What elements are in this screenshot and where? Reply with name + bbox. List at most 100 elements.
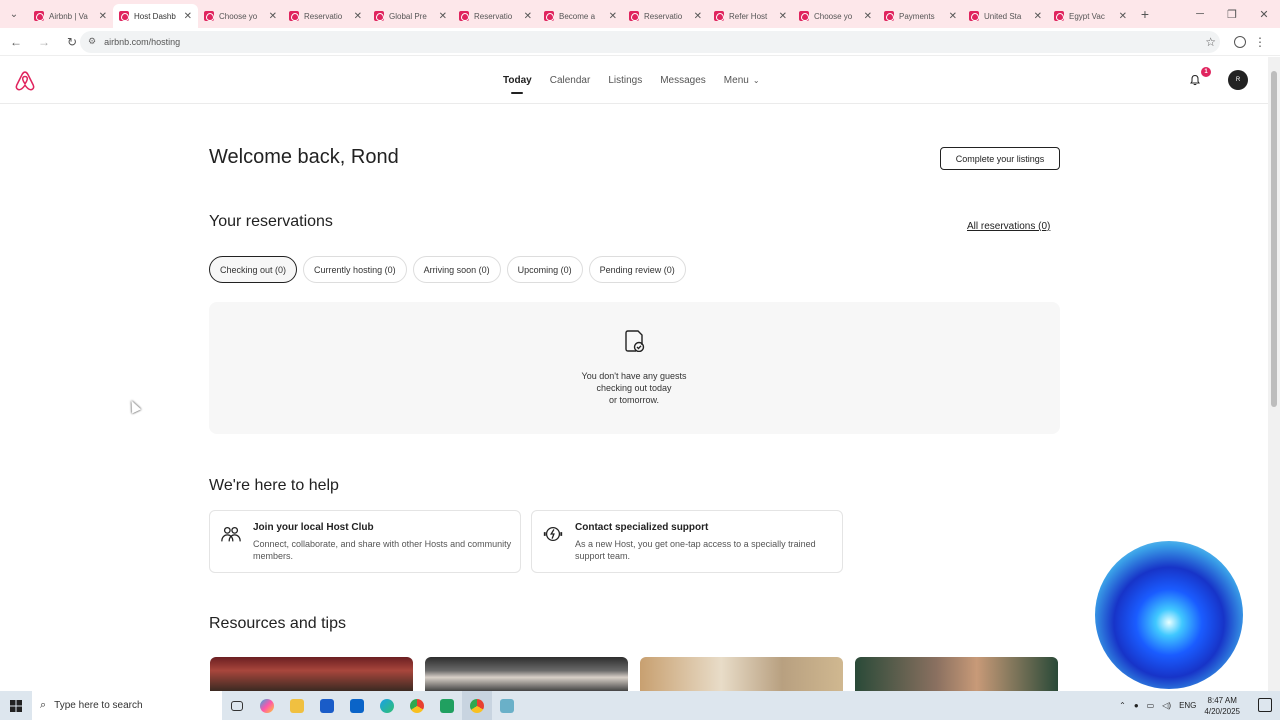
close-tab-icon[interactable]: ✕: [779, 11, 787, 22]
bookmark-star-icon[interactable]: ☆: [1205, 35, 1216, 49]
copilot-icon[interactable]: [252, 691, 282, 720]
app-icon[interactable]: [432, 691, 462, 720]
browser-tab[interactable]: Payments ✕: [878, 4, 963, 28]
resource-card-image[interactable]: [855, 657, 1058, 691]
airbnb-favicon-icon: [204, 11, 214, 21]
host-club-card[interactable]: Join your local Host Club Connect, colla…: [209, 510, 521, 573]
browser-tab[interactable]: Refer Host ✕: [708, 4, 793, 28]
avatar[interactable]: R: [1228, 70, 1248, 90]
new-tab-button[interactable]: +: [1133, 6, 1157, 22]
browser-tab[interactable]: Reservatio ✕: [453, 4, 538, 28]
browser-tab[interactable]: Reservatio ✕: [283, 4, 368, 28]
outlook-icon[interactable]: [342, 691, 372, 720]
chrome-profile-icon[interactable]: [462, 691, 492, 720]
close-window-icon[interactable]: ✕: [1248, 0, 1280, 28]
close-tab-icon[interactable]: ✕: [949, 11, 957, 22]
windows-start-icon[interactable]: [0, 699, 32, 712]
close-tab-icon[interactable]: ✕: [184, 11, 192, 22]
resource-card-image[interactable]: [210, 657, 413, 691]
airbnb-favicon-icon: [884, 11, 894, 21]
airbnb-logo-icon[interactable]: [14, 70, 36, 92]
resource-card-image[interactable]: [425, 657, 628, 691]
main-nav: Today Calendar Listings Messages Menu ⌄: [494, 57, 769, 104]
nav-listings[interactable]: Listings: [599, 57, 651, 104]
close-tab-icon[interactable]: ✕: [1119, 11, 1127, 22]
empty-line: checking out today: [596, 383, 672, 393]
scrollbar-thumb[interactable]: [1271, 71, 1277, 407]
chrome-icon[interactable]: [402, 691, 432, 720]
browser-tab[interactable]: Global Pre ✕: [368, 4, 453, 28]
close-tab-icon[interactable]: ✕: [524, 11, 532, 22]
filter-upcoming[interactable]: Upcoming (0): [506, 256, 583, 283]
reservation-filters: Checking out (0) Currently hosting (0) A…: [209, 256, 686, 283]
filter-checking-out[interactable]: Checking out (0): [209, 256, 298, 283]
specialized-support-card[interactable]: Contact specialized support As a new Hos…: [531, 510, 843, 573]
volume-icon[interactable]: ◁): [1162, 701, 1171, 710]
browser-tab[interactable]: Become a ✕: [538, 4, 623, 28]
app-window-icon[interactable]: [492, 691, 522, 720]
url-field[interactable]: ⚙ airbnb.com/hosting: [80, 30, 1220, 53]
close-tab-icon[interactable]: ✕: [99, 11, 107, 22]
browser-tab[interactable]: United Sta ✕: [963, 4, 1048, 28]
chevron-up-icon[interactable]: ⌃: [1119, 701, 1126, 710]
close-tab-icon[interactable]: ✕: [269, 11, 277, 22]
browser-menu-icon[interactable]: ⋮: [1254, 35, 1266, 49]
file-explorer-icon[interactable]: [282, 691, 312, 720]
close-tab-icon[interactable]: ✕: [864, 11, 872, 22]
airbnb-favicon-icon: [119, 11, 129, 21]
forward-icon[interactable]: →: [32, 30, 56, 54]
browser-tab[interactable]: Host Dashb ✕: [113, 4, 198, 28]
browser-tab[interactable]: Choose yo ✕: [198, 4, 283, 28]
browser-tab[interactable]: Airbnb | Va ✕: [28, 4, 113, 28]
mouse-cursor-icon: [126, 398, 142, 414]
checked-document-icon: [625, 330, 645, 352]
filter-currently-hosting[interactable]: Currently hosting (0): [303, 256, 407, 283]
language-indicator[interactable]: ENG: [1179, 701, 1196, 710]
clock-time: 8:47 AM: [1207, 695, 1237, 705]
store-icon[interactable]: [312, 691, 342, 720]
minimize-icon[interactable]: ─: [1184, 0, 1216, 28]
close-tab-icon[interactable]: ✕: [609, 11, 617, 22]
card-description: Connect, collaborate, and share with oth…: [253, 539, 512, 561]
site-info-icon[interactable]: ⚙: [88, 36, 96, 47]
tab-title: Reservatio: [644, 11, 683, 21]
page-scrollbar[interactable]: [1268, 57, 1280, 691]
clock[interactable]: 8:47 AM 4/20/2025: [1204, 695, 1240, 717]
nav-today[interactable]: Today: [494, 57, 541, 104]
browser-tab[interactable]: Reservatio ✕: [623, 4, 708, 28]
edge-icon[interactable]: [372, 691, 402, 720]
close-tab-icon[interactable]: ✕: [1034, 11, 1042, 22]
filter-arriving-soon[interactable]: Arriving soon (0): [412, 256, 501, 283]
nav-messages[interactable]: Messages: [651, 57, 715, 104]
site-header: Today Calendar Listings Messages Menu ⌄ 1…: [0, 57, 1268, 104]
support-lightning-icon: [543, 526, 563, 542]
browser-tab[interactable]: Egypt Vac ✕: [1048, 4, 1133, 28]
close-tab-icon[interactable]: ✕: [439, 11, 447, 22]
tab-search-icon[interactable]: ⌄: [0, 0, 28, 28]
restore-icon[interactable]: ❐: [1216, 0, 1248, 28]
tab-title: Become a: [559, 11, 596, 21]
nav-calendar[interactable]: Calendar: [541, 57, 600, 104]
task-view-icon[interactable]: [222, 691, 252, 720]
network-icon[interactable]: ▭: [1147, 701, 1155, 710]
taskbar-search[interactable]: ⌕ Type here to search: [32, 691, 222, 720]
tab-title: Choose yo: [814, 11, 853, 21]
empty-reservations-panel: You don't have any guests checking out t…: [209, 302, 1060, 434]
complete-listings-button[interactable]: Complete your listings: [940, 147, 1060, 170]
close-tab-icon[interactable]: ✕: [354, 11, 362, 22]
notification-center-icon[interactable]: [1258, 698, 1272, 712]
airbnb-favicon-icon: [289, 11, 299, 21]
nav-menu[interactable]: Menu ⌄: [715, 57, 769, 104]
tab-title: Payments: [899, 11, 935, 21]
all-reservations-link[interactable]: All reservations (0): [967, 221, 1050, 232]
close-tab-icon[interactable]: ✕: [694, 11, 702, 22]
filter-pending-review[interactable]: Pending review (0): [588, 256, 686, 283]
search-icon: ⌕: [40, 699, 47, 711]
airbnb-favicon-icon: [714, 11, 724, 21]
microphone-icon[interactable]: ●: [1134, 701, 1139, 710]
resources-heading: Resources and tips: [209, 615, 346, 632]
resource-card-image[interactable]: [640, 657, 843, 691]
back-icon[interactable]: ←: [4, 30, 28, 54]
browser-tab[interactable]: Choose yo ✕: [793, 4, 878, 28]
profile-icon[interactable]: [1234, 35, 1246, 48]
